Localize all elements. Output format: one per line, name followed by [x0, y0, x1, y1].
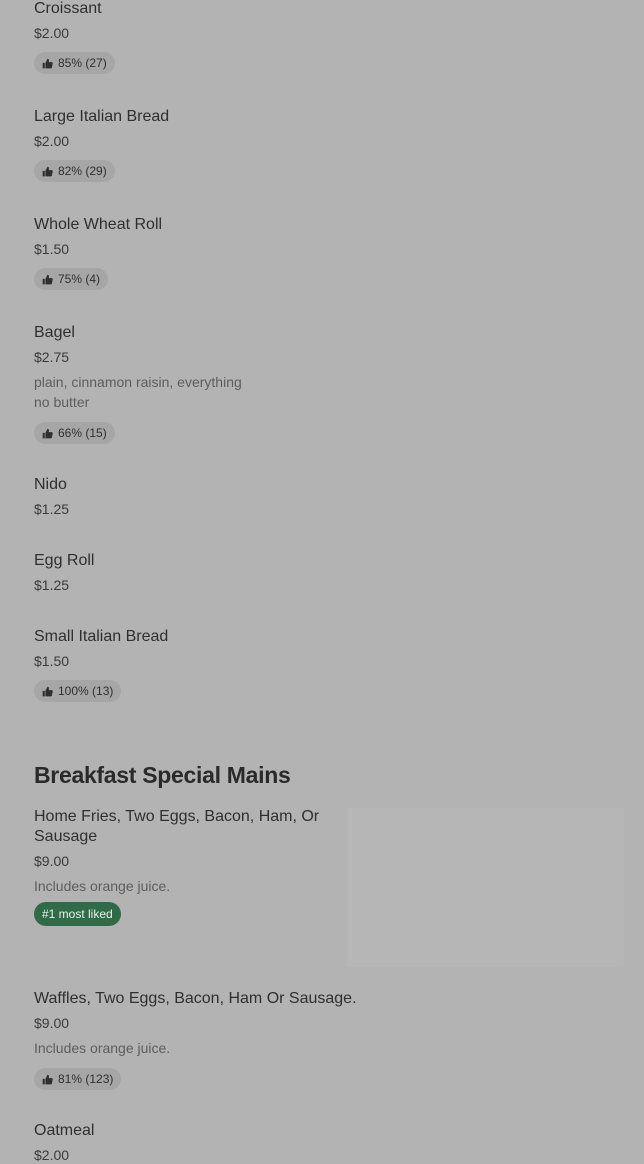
description-line: no butter: [34, 394, 90, 410]
thumbs-up-icon: [42, 1074, 53, 1084]
rating-text: 82% (29): [58, 164, 107, 178]
item-description: Includes orange juice.: [34, 1040, 171, 1056]
section-title: Breakfast Special Mains: [34, 762, 291, 788]
item-price: $1.50: [34, 241, 70, 257]
thumbs-up-icon: [42, 686, 53, 696]
item-name: Waffles, Two Eggs, Bacon, Ham Or Sausage…: [34, 990, 357, 1007]
thumbs-up-icon: [42, 428, 53, 438]
most-liked-badge: #1 most liked: [34, 902, 121, 926]
menu-item-oatmeal[interactable]: Oatmeal $2.00: [34, 1121, 94, 1164]
menu-item-waffles[interactable]: Waffles, Two Eggs, Bacon, Ham Or Sausage…: [34, 989, 357, 1090]
item-price: $2.75: [34, 349, 70, 365]
rating-text: 66% (15): [58, 426, 107, 440]
item-price: $1.25: [34, 501, 70, 517]
item-price: $1.50: [34, 653, 70, 669]
thumbs-up-icon: [42, 58, 53, 68]
menu-item-nido[interactable]: Nido $1.25: [34, 475, 69, 518]
item-description: plain, cinnamon raisin, everything no bu…: [34, 372, 242, 412]
menu-item-croissant[interactable]: Croissant $2.00 85% (27): [34, 0, 115, 74]
thumbs-up-icon: [42, 274, 53, 284]
item-name: Egg Roll: [34, 552, 95, 569]
item-name: Small Italian Bread: [34, 628, 169, 645]
item-description: Includes orange juice.: [34, 878, 171, 894]
item-price: $9.00: [34, 853, 70, 869]
item-price: $1.25: [34, 577, 70, 593]
item-name: Whole Wheat Roll: [34, 216, 163, 233]
rating-pill: 100% (13): [34, 680, 122, 702]
rating-text: 75% (4): [58, 272, 101, 286]
rating-pill: 82% (29): [34, 160, 115, 182]
item-name-line: Sausage: [34, 828, 98, 845]
rating-pill: 66% (15): [34, 422, 115, 444]
menu-item-home-fries[interactable]: Home Fries, Two Eggs, Bacon, Ham, Or Sau…: [34, 807, 334, 926]
rating-text: 100% (13): [58, 684, 114, 698]
thumbs-up-icon: [42, 166, 53, 176]
item-price: $2.00: [34, 1147, 70, 1163]
item-name-line: Home Fries, Two Eggs, Bacon, Ham, Or: [34, 808, 320, 825]
item-name: Nido: [34, 476, 67, 493]
item-image-placeholder[interactable]: [347, 808, 624, 967]
rating-text: 85% (27): [58, 56, 107, 70]
rating-pill: 85% (27): [34, 52, 115, 74]
item-name: Oatmeal: [34, 1122, 95, 1139]
item-price: $2.00: [34, 133, 70, 149]
item-name: Croissant: [34, 0, 102, 17]
menu-item-whole-wheat-roll[interactable]: Whole Wheat Roll $1.50 75% (4): [34, 215, 162, 290]
rating-pill: 75% (4): [34, 268, 109, 290]
menu-item-large-italian-bread[interactable]: Large Italian Bread $2.00 82% (29): [34, 107, 169, 182]
rating-text: 81% (123): [58, 1072, 114, 1086]
rating-pill: 81% (123): [34, 1068, 122, 1090]
item-name: Bagel: [34, 324, 75, 341]
menu-item-bagel[interactable]: Bagel $2.75 plain, cinnamon raisin, ever…: [34, 323, 242, 444]
menu-item-egg-roll[interactable]: Egg Roll $1.25: [34, 551, 94, 594]
item-name: Home Fries, Two Eggs, Bacon, Ham, Or Sau…: [34, 807, 334, 847]
item-price: $9.00: [34, 1015, 70, 1031]
description-line: plain, cinnamon raisin, everything: [34, 374, 242, 390]
item-name: Large Italian Bread: [34, 108, 170, 125]
menu-item-small-italian-bread[interactable]: Small Italian Bread $1.50 100% (13): [34, 627, 168, 702]
item-price: $2.00: [34, 25, 70, 41]
